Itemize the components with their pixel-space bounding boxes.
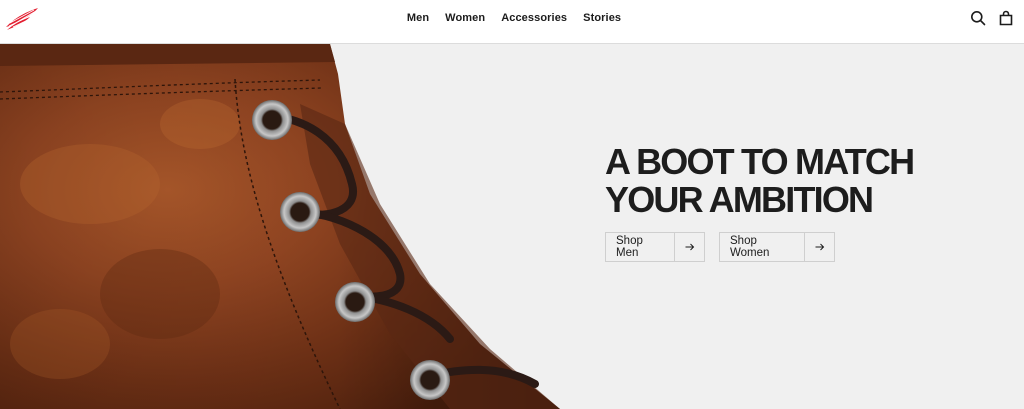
arrow-right-icon [675, 233, 704, 261]
nav-stories[interactable]: Stories [583, 12, 621, 24]
shop-women-button[interactable]: Shop Women [719, 232, 835, 262]
shop-men-button[interactable]: Shop Men [605, 232, 705, 262]
nav-accessories[interactable]: Accessories [501, 12, 567, 24]
shop-women-label: Shop Women [720, 233, 805, 261]
site-header: Men Women Accessories Stories [0, 0, 1024, 44]
leather-boot-closeup-image [0, 44, 560, 409]
hero-headline-line2: YOUR AMBITION [605, 179, 874, 220]
cart-icon[interactable] [998, 10, 1014, 26]
header-actions [970, 10, 1014, 26]
hero-cta-row: Shop Men Shop Women [605, 232, 835, 262]
hero-headline: A BOOT TO MATCH YOUR AMBITION [605, 143, 1005, 219]
arrow-right-icon [805, 233, 834, 261]
hero-headline-line1: A BOOT TO MATCH [605, 141, 915, 182]
search-icon[interactable] [970, 10, 986, 26]
shop-men-label: Shop Men [606, 233, 675, 261]
hero-banner: A BOOT TO MATCH YOUR AMBITION Shop Men S… [0, 44, 1024, 409]
nav-women[interactable]: Women [445, 12, 485, 24]
hero-copy: A BOOT TO MATCH YOUR AMBITION [605, 143, 1005, 219]
nav-men[interactable]: Men [407, 12, 429, 24]
main-nav: Men Women Accessories Stories [0, 0, 1024, 36]
